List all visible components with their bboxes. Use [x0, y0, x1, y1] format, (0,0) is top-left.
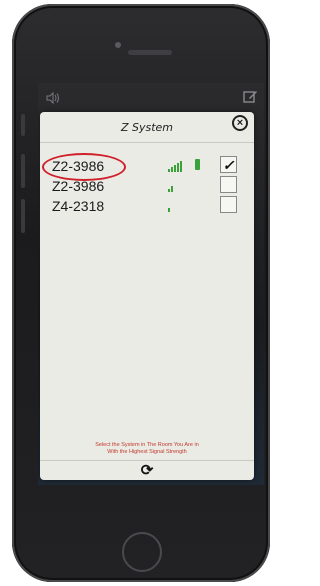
signal-strength-icon — [168, 200, 188, 212]
refresh-icon[interactable]: ⟳ — [139, 463, 155, 479]
instruction-text: Select the System in The Room You Are in… — [40, 442, 254, 456]
system-row[interactable]: Z2-3986 ✓ — [40, 156, 254, 176]
mute-switch — [21, 114, 25, 136]
signal-strength-icon — [168, 160, 188, 172]
system-row[interactable]: Z2-3986 — [40, 176, 254, 196]
system-row[interactable]: Z4-2318 — [40, 196, 254, 216]
system-name: Z2-3986 — [52, 178, 105, 194]
speaker-icon[interactable] — [46, 91, 60, 107]
system-checkbox[interactable]: ✓ — [220, 156, 237, 173]
system-list: Z2-3986 ✓ Z2-3986 Z4-2318 — [40, 156, 254, 216]
instruction-line-2: With the Highest Signal Strength — [107, 449, 187, 455]
dialog-header: Z System × — [40, 112, 254, 143]
system-name: Z2-3986 — [52, 158, 105, 174]
system-name: Z4-2318 — [52, 198, 105, 214]
earpiece-speaker — [128, 50, 172, 55]
edit-icon-svg — [243, 91, 257, 103]
front-camera — [115, 42, 121, 48]
close-icon[interactable]: × — [232, 115, 248, 131]
volume-up-button — [21, 154, 25, 188]
dialog-footer: ⟳ — [40, 460, 254, 481]
app-screen: Z System × Z2-3986 ✓ Z2-3986 Z4-2318 Sel… — [38, 83, 264, 485]
volume-down-button — [21, 199, 25, 233]
speaker-icon-svg — [46, 91, 59, 105]
home-button[interactable] — [122, 532, 162, 572]
edit-icon[interactable] — [243, 89, 258, 107]
signal-strength-icon — [168, 180, 188, 192]
system-select-dialog: Z System × Z2-3986 ✓ Z2-3986 Z4-2318 Sel… — [40, 112, 254, 480]
system-checkbox[interactable] — [220, 196, 237, 213]
dialog-title: Z System — [120, 121, 174, 134]
system-checkbox[interactable] — [220, 176, 237, 193]
battery-icon — [195, 159, 200, 170]
instruction-line-1: Select the System in The Room You Are in — [95, 442, 199, 448]
